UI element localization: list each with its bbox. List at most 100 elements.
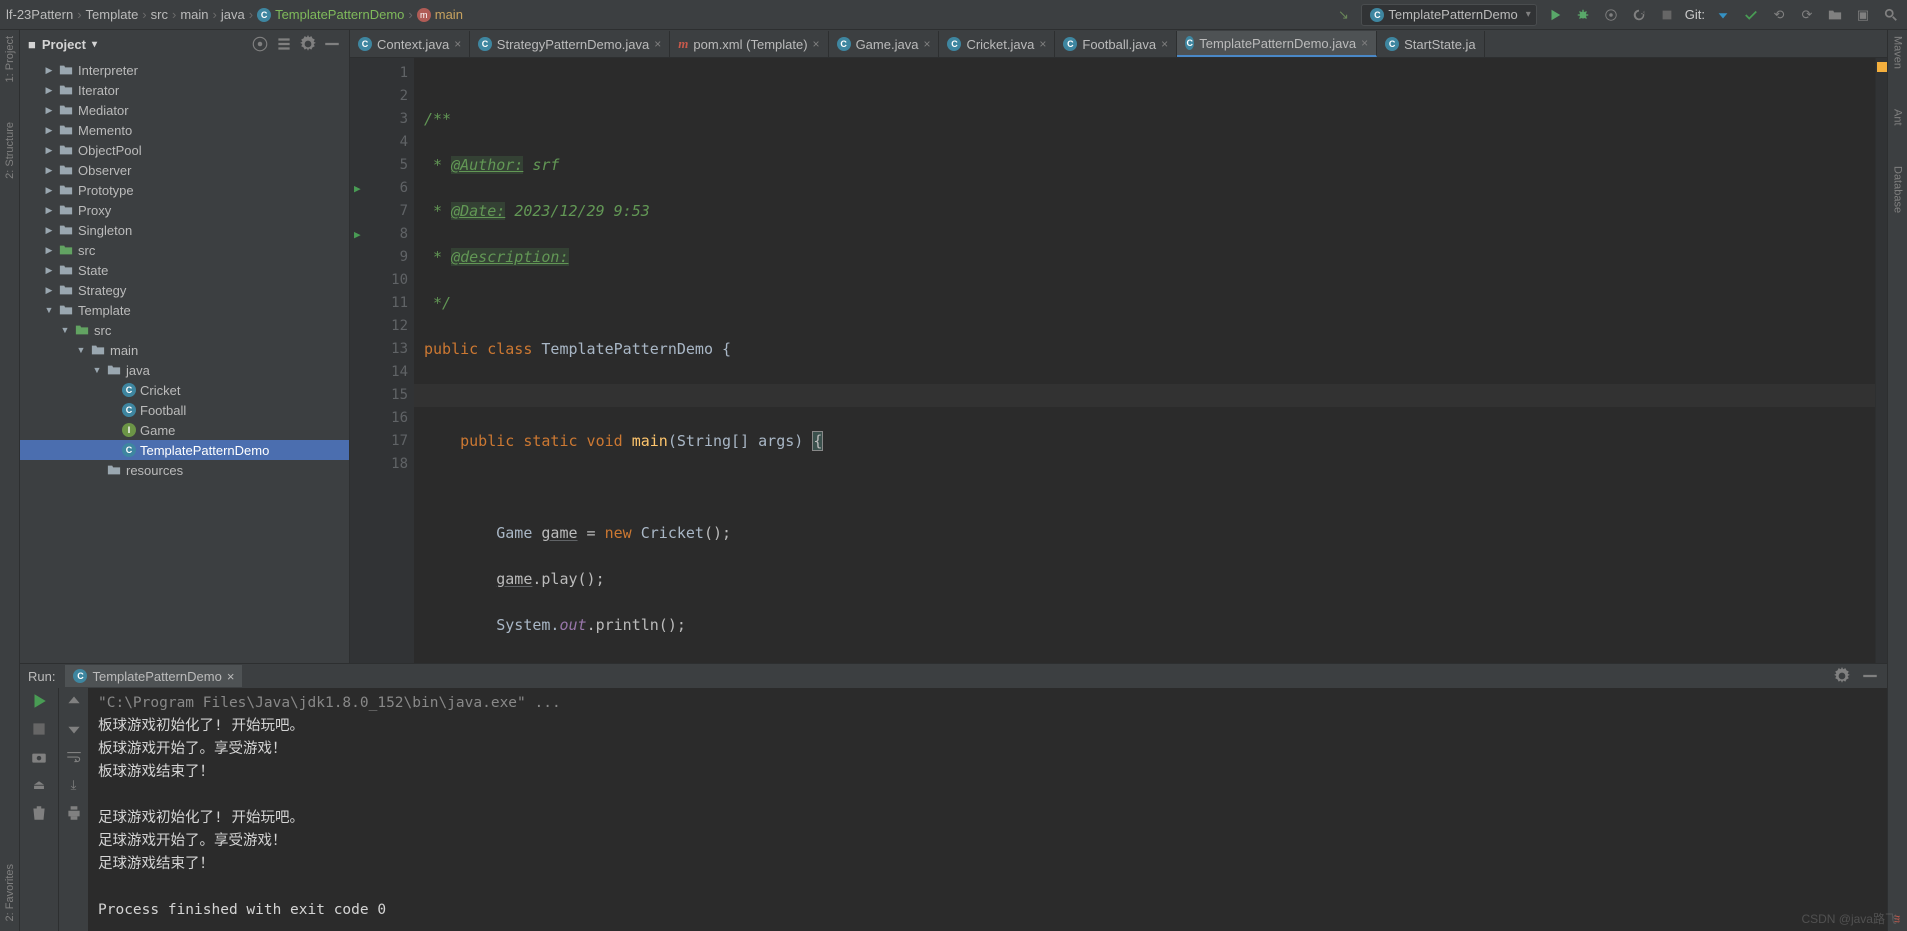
tree-item-cricket[interactable]: CCricket: [20, 380, 349, 400]
debug-button[interactable]: [1573, 5, 1593, 25]
project-title: ■: [28, 37, 36, 52]
editor-tab-strategypatterndemo-java[interactable]: CStrategyPatternDemo.java×: [470, 31, 670, 57]
git-commit-button[interactable]: [1741, 5, 1761, 25]
editor-tabs: CContext.java×CStrategyPatternDemo.java×…: [350, 30, 1887, 58]
favorites-toolwindow-button[interactable]: 2: Favorites: [4, 864, 16, 921]
run-gutter-icon[interactable]: ▶: [354, 223, 361, 246]
close-tab-icon[interactable]: ×: [1039, 37, 1046, 51]
stop-button[interactable]: [1657, 5, 1677, 25]
close-tab-icon[interactable]: ×: [923, 37, 930, 51]
database-toolwindow-button[interactable]: Database: [1892, 166, 1904, 213]
settings-button[interactable]: [299, 35, 317, 53]
tree-item-memento[interactable]: ▶Memento: [20, 120, 349, 140]
editor-tab-football-java[interactable]: CFootball.java×: [1055, 31, 1177, 57]
tree-item-proxy[interactable]: ▶Proxy: [20, 200, 349, 220]
ant-toolwindow-button[interactable]: Ant: [1892, 109, 1904, 126]
chevron-right-icon: ›: [172, 7, 176, 22]
hide-button[interactable]: [323, 35, 341, 53]
class-icon: C: [1063, 37, 1077, 51]
run-hide-button[interactable]: [1861, 667, 1879, 685]
chevron-right-icon: ›: [142, 7, 146, 22]
tree-item-football[interactable]: CFootball: [20, 400, 349, 420]
delete-button[interactable]: [30, 804, 48, 822]
structure-toolwindow-button[interactable]: 2: Structure: [4, 122, 16, 179]
tree-item-interpreter[interactable]: ▶Interpreter: [20, 60, 349, 80]
git-update-button[interactable]: [1713, 5, 1733, 25]
chevron-right-icon: ›: [213, 7, 217, 22]
close-icon[interactable]: ×: [227, 669, 235, 684]
tree-item-src[interactable]: ▶src: [20, 240, 349, 260]
project-title-text[interactable]: Project: [42, 37, 86, 52]
class-icon: C: [122, 443, 136, 457]
run-button[interactable]: [1545, 5, 1565, 25]
search-everywhere-button[interactable]: [1881, 5, 1901, 25]
editor-tab-context-java[interactable]: CContext.java×: [350, 31, 470, 57]
warning-marker[interactable]: [1877, 62, 1887, 72]
open-folder-button[interactable]: [1825, 5, 1845, 25]
git-label: Git:: [1685, 7, 1705, 22]
build-button[interactable]: ↘: [1333, 5, 1353, 25]
editor-tab-pom-xml-template-[interactable]: mpom.xml (Template)×: [670, 31, 828, 57]
breadcrumb[interactable]: lf-23Pattern › Template › src › main › j…: [6, 7, 463, 22]
tree-item-iterator[interactable]: ▶Iterator: [20, 80, 349, 100]
tree-item-game[interactable]: IGame: [20, 420, 349, 440]
run-tab[interactable]: C TemplatePatternDemo ×: [65, 665, 242, 687]
tree-item-template[interactable]: ▼Template: [20, 300, 349, 320]
run-config-name: TemplatePatternDemo: [1388, 7, 1517, 22]
tree-item-mediator[interactable]: ▶Mediator: [20, 100, 349, 120]
editor-tab-game-java[interactable]: CGame.java×: [829, 31, 940, 57]
code-editor[interactable]: /** * @Author: srf * @Date: 2023/12/29 9…: [414, 58, 1875, 663]
interface-icon: I: [122, 423, 136, 437]
tree-item-prototype[interactable]: ▶Prototype: [20, 180, 349, 200]
git-history-button[interactable]: ⟲: [1769, 5, 1789, 25]
collapse-all-button[interactable]: [275, 35, 293, 53]
console-output[interactable]: "C:\Program Files\Java\jdk1.8.0_152\bin\…: [88, 688, 1887, 931]
editor-gutter[interactable]: 123456▶78▶9101112131415161718: [350, 58, 414, 663]
tree-item-objectpool[interactable]: ▶ObjectPool: [20, 140, 349, 160]
profile-button[interactable]: [1629, 5, 1649, 25]
editor-tab-templatepatterndemo-java[interactable]: CTemplatePatternDemo.java×: [1177, 31, 1377, 57]
project-toolwindow-button[interactable]: 1: Project: [4, 36, 16, 82]
tree-item-templatepatterndemo[interactable]: CTemplatePatternDemo: [20, 440, 349, 460]
run-configuration-selector[interactable]: C TemplatePatternDemo: [1361, 4, 1536, 26]
close-tab-icon[interactable]: ×: [813, 37, 820, 51]
breadcrumb-main[interactable]: main: [180, 7, 208, 22]
project-tool-window: ■ Project ▾ ▶Interpreter▶Iterator▶Mediat…: [20, 30, 350, 663]
editor-tab-cricket-java[interactable]: CCricket.java×: [939, 31, 1055, 57]
run-tab-label: TemplatePatternDemo: [92, 669, 221, 684]
breadcrumb-template[interactable]: Template: [86, 7, 139, 22]
tree-item-resources[interactable]: resources: [20, 460, 349, 480]
breadcrumb-java[interactable]: java: [221, 7, 245, 22]
breadcrumb-method[interactable]: main: [435, 7, 463, 22]
project-tree[interactable]: ▶Interpreter▶Iterator▶Mediator▶Memento▶O…: [20, 58, 349, 663]
error-stripe[interactable]: [1875, 58, 1887, 663]
tree-item-java[interactable]: ▼java: [20, 360, 349, 380]
tree-item-main[interactable]: ▼main: [20, 340, 349, 360]
select-opened-file-button[interactable]: [251, 35, 269, 53]
class-icon: C: [122, 403, 136, 417]
close-tab-icon[interactable]: ×: [1361, 36, 1368, 50]
editor-tab-startstate-ja[interactable]: CStartState.ja: [1377, 31, 1485, 57]
tree-item-singleton[interactable]: ▶Singleton: [20, 220, 349, 240]
tree-item-state[interactable]: ▶State: [20, 260, 349, 280]
git-redo-button[interactable]: ⟳: [1797, 5, 1817, 25]
tree-item-src[interactable]: ▼src: [20, 320, 349, 340]
class-icon: C: [1370, 8, 1384, 22]
method-icon: m: [417, 8, 431, 22]
maven-toolwindow-button[interactable]: Maven: [1892, 36, 1904, 69]
close-tab-icon[interactable]: ×: [454, 37, 461, 51]
layout-button[interactable]: ▣: [1853, 5, 1873, 25]
tree-item-observer[interactable]: ▶Observer: [20, 160, 349, 180]
coverage-button[interactable]: [1601, 5, 1621, 25]
close-tab-icon[interactable]: ×: [654, 37, 661, 51]
close-tab-icon[interactable]: ×: [1161, 37, 1168, 51]
class-icon: C: [122, 383, 136, 397]
run-settings-button[interactable]: [1833, 667, 1851, 685]
breadcrumb-src[interactable]: src: [151, 7, 168, 22]
tree-item-strategy[interactable]: ▶Strategy: [20, 280, 349, 300]
print-button[interactable]: [65, 804, 83, 822]
chevron-right-icon: ›: [408, 7, 412, 22]
breadcrumb-root[interactable]: lf-23Pattern: [6, 7, 73, 22]
left-tool-strip: 1: Project 2: Structure 2: Favorites: [0, 30, 20, 931]
run-gutter-icon[interactable]: ▶: [354, 177, 361, 200]
